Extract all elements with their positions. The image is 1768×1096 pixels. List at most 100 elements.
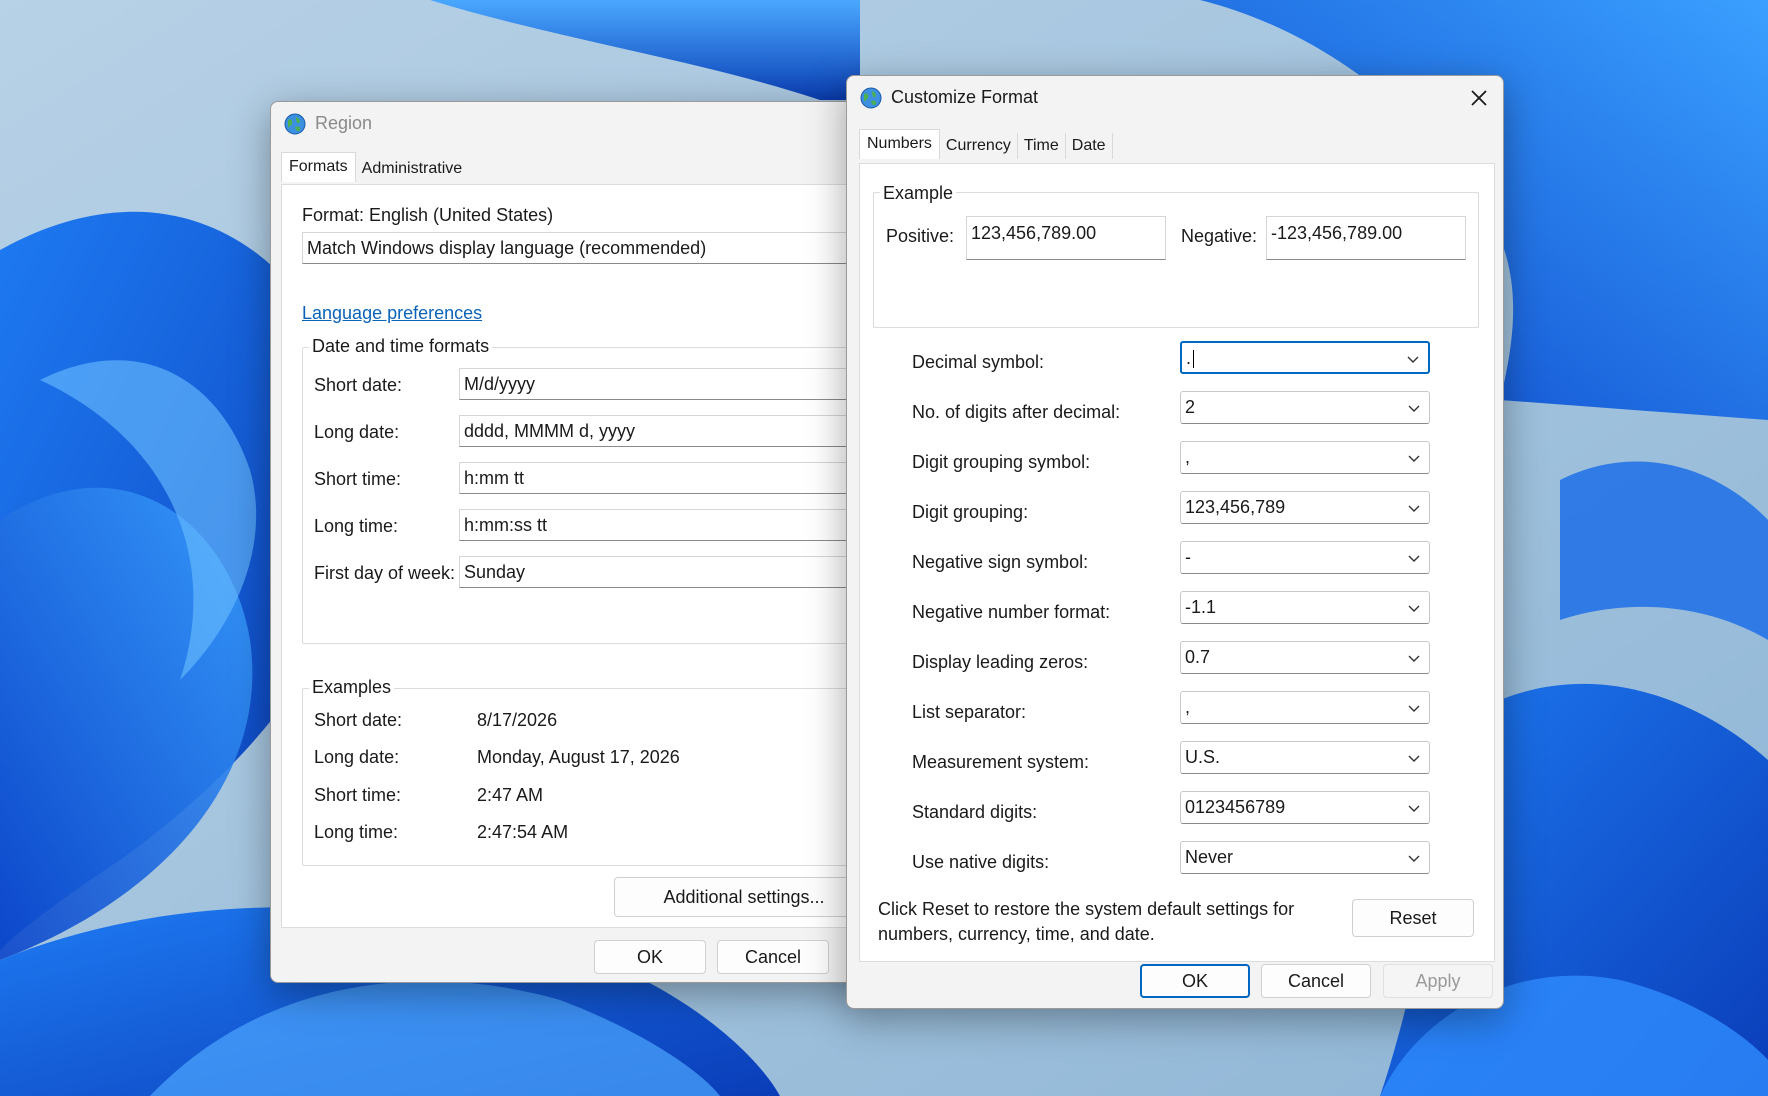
- tab-administrative[interactable]: Administrative: [356, 156, 468, 182]
- list-separator-select[interactable]: ,: [1180, 691, 1430, 724]
- examples-group: Examples Short date: 8/17/2026 Long date…: [302, 677, 872, 866]
- decimal-symbol-value: .: [1186, 348, 1192, 368]
- chevron-down-icon: [1408, 455, 1420, 462]
- measurement-system-select[interactable]: U.S.: [1180, 741, 1430, 774]
- customize-cancel-button[interactable]: Cancel: [1261, 964, 1371, 998]
- example-short-date-value: 8/17/2026: [477, 710, 558, 730]
- example-short-time-value: 2:47 AM: [477, 785, 544, 805]
- standard-digits-value: 0123456789: [1185, 797, 1286, 817]
- decimal-symbol-select[interactable]: .: [1180, 341, 1430, 374]
- customize-titlebar[interactable]: Customize Format: [847, 76, 1503, 120]
- native-digits-select[interactable]: Never: [1180, 841, 1430, 874]
- region-titlebar[interactable]: Region: [271, 102, 869, 146]
- region-tabs: Formats Administrative: [281, 152, 468, 182]
- short-time-field[interactable]: h:mm tt: [459, 462, 879, 494]
- native-digits-value: Never: [1185, 847, 1234, 867]
- chevron-down-icon: [1408, 405, 1420, 412]
- standard-digits-label: Standard digits:: [912, 802, 1038, 822]
- reset-button[interactable]: Reset: [1352, 899, 1474, 937]
- example-title: Example: [880, 183, 957, 204]
- first-day-label: First day of week:: [314, 563, 456, 583]
- reset-note: Click Reset to restore the system defaul…: [878, 899, 1295, 944]
- first-day-field[interactable]: Sunday: [459, 556, 879, 588]
- example-group: Example Positive: 123,456,789.00 Negativ…: [873, 183, 1479, 328]
- additional-settings-button[interactable]: Additional settings...: [614, 877, 874, 917]
- globe-icon: [860, 87, 882, 109]
- region-title: Region: [315, 113, 373, 133]
- digit-grouping-symbol-value: ,: [1185, 447, 1191, 467]
- example-long-time-label: Long time:: [314, 822, 399, 842]
- region-cancel-button[interactable]: Cancel: [717, 940, 829, 974]
- example-long-date-value: Monday, August 17, 2026: [477, 747, 680, 767]
- negative-sign-symbol-value: -: [1185, 547, 1191, 567]
- short-date-field[interactable]: M/d/yyyy: [459, 368, 879, 400]
- digits-after-decimal-value: 2: [1185, 397, 1196, 417]
- leading-zeros-value: 0.7: [1185, 647, 1211, 667]
- chevron-down-icon: [1408, 605, 1420, 612]
- tab-numbers[interactable]: Numbers: [859, 129, 940, 159]
- digit-grouping-label: Digit grouping:: [912, 502, 1029, 522]
- decimal-symbol-label: Decimal symbol:: [912, 352, 1045, 372]
- region-ok-button[interactable]: OK: [594, 940, 706, 974]
- digit-grouping-symbol-select[interactable]: ,: [1180, 441, 1430, 474]
- customize-title: Customize Format: [891, 87, 1039, 107]
- short-date-label: Short date:: [314, 375, 403, 395]
- examples-title: Examples: [309, 677, 395, 698]
- long-time-label: Long time:: [314, 516, 399, 536]
- text-cursor: [1193, 350, 1194, 368]
- tab-date[interactable]: Date: [1066, 133, 1113, 159]
- digit-grouping-symbol-label: Digit grouping symbol:: [912, 452, 1091, 472]
- apply-button[interactable]: Apply: [1383, 964, 1493, 998]
- customize-tabs: Numbers Currency Time Date: [859, 129, 1113, 159]
- native-digits-label: Use native digits:: [912, 852, 1050, 872]
- negative-sign-symbol-select[interactable]: -: [1180, 541, 1430, 574]
- chevron-down-icon: [1408, 805, 1420, 812]
- formats-panel: Format: English (United States) Match Wi…: [281, 184, 879, 928]
- negative-number-format-value: -1.1: [1185, 597, 1217, 617]
- positive-label: Positive:: [886, 226, 955, 246]
- chevron-down-icon: [1408, 755, 1420, 762]
- chevron-down-icon: [1408, 855, 1420, 862]
- format-dropdown[interactable]: Match Windows display language (recommen…: [302, 232, 862, 264]
- tab-time[interactable]: Time: [1018, 133, 1066, 159]
- language-preferences-link[interactable]: Language preferences: [302, 303, 482, 324]
- chevron-down-icon: [1408, 555, 1420, 562]
- digits-after-decimal-label: No. of digits after decimal:: [912, 402, 1121, 422]
- short-time-label: Short time:: [314, 469, 402, 489]
- negative-sign-symbol-label: Negative sign symbol:: [912, 552, 1089, 572]
- date-time-formats-title: Date and time formats: [309, 336, 493, 357]
- long-date-field[interactable]: dddd, MMMM d, yyyy: [459, 415, 879, 447]
- example-long-date-label: Long date:: [314, 747, 400, 767]
- measurement-system-label: Measurement system:: [912, 752, 1090, 772]
- tab-currency[interactable]: Currency: [940, 133, 1018, 159]
- digit-grouping-select[interactable]: 123,456,789: [1180, 491, 1430, 524]
- positive-example: 123,456,789.00: [966, 216, 1166, 260]
- example-long-time-value: 2:47:54 AM: [477, 822, 569, 842]
- region-window: Region Formats Administrative Format: En…: [270, 101, 879, 983]
- chevron-down-icon: [1408, 705, 1420, 712]
- leading-zeros-select[interactable]: 0.7: [1180, 641, 1430, 674]
- close-icon[interactable]: [1465, 84, 1493, 112]
- long-date-label: Long date:: [314, 422, 400, 442]
- tab-formats[interactable]: Formats: [281, 152, 356, 182]
- chevron-down-icon: [1408, 655, 1420, 662]
- negative-label: Negative:: [1181, 226, 1258, 246]
- customize-ok-button[interactable]: OK: [1140, 964, 1250, 998]
- digit-grouping-value: 123,456,789: [1185, 497, 1286, 517]
- leading-zeros-label: Display leading zeros:: [912, 652, 1089, 672]
- negative-example: -123,456,789.00: [1266, 216, 1466, 260]
- example-short-time-label: Short time:: [314, 785, 402, 805]
- standard-digits-select[interactable]: 0123456789: [1180, 791, 1430, 824]
- example-short-date-label: Short date:: [314, 710, 403, 730]
- format-label: Format: English (United States): [302, 205, 554, 225]
- negative-number-format-label: Negative number format:: [912, 602, 1111, 622]
- list-separator-label: List separator:: [912, 702, 1027, 722]
- long-time-field[interactable]: h:mm:ss tt: [459, 509, 879, 541]
- digits-after-decimal-select[interactable]: 2: [1180, 391, 1430, 424]
- negative-number-format-select[interactable]: -1.1: [1180, 591, 1430, 624]
- globe-icon: [284, 113, 306, 135]
- chevron-down-icon: [1407, 356, 1419, 363]
- chevron-down-icon: [1408, 505, 1420, 512]
- date-time-formats-group: Date and time formats Short date: M/d/yy…: [302, 336, 879, 644]
- list-separator-value: ,: [1185, 697, 1191, 717]
